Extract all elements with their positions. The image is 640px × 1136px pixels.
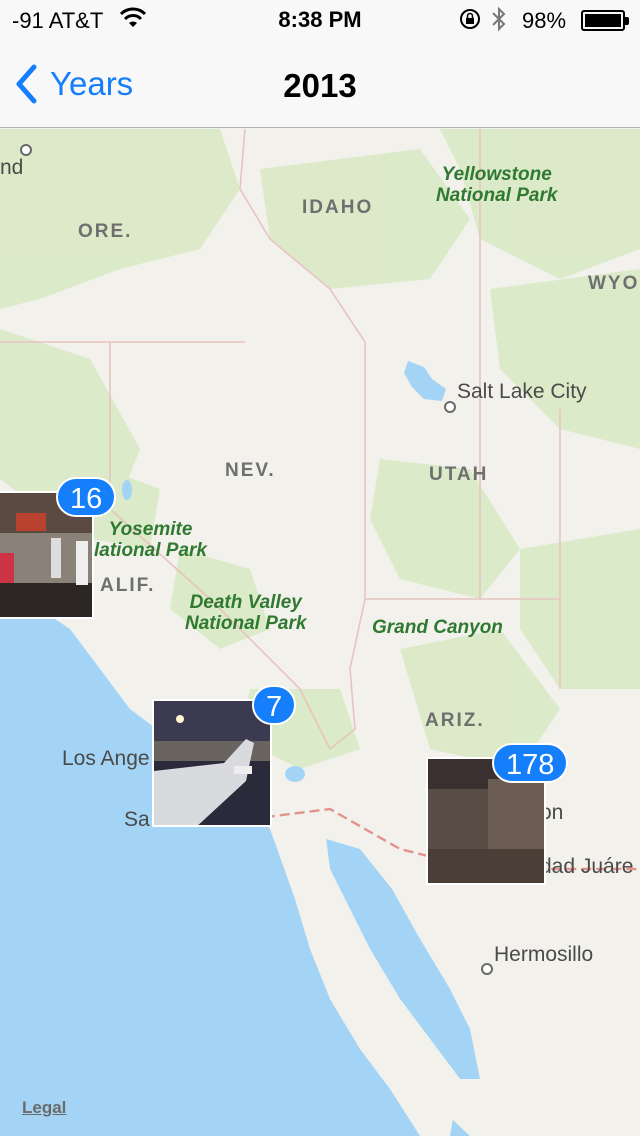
park-label-yellowstone: Yellowstone National Park bbox=[436, 164, 558, 206]
photo-cluster-178[interactable]: 178 bbox=[426, 743, 576, 887]
city-marker-icon bbox=[20, 144, 32, 156]
state-label: IDAHO bbox=[302, 197, 374, 218]
map-base bbox=[0, 129, 640, 1136]
city-marker-icon bbox=[481, 963, 493, 975]
state-label: UTAH bbox=[429, 464, 489, 485]
park-label-grand-canyon: Grand Canyon bbox=[372, 617, 503, 638]
photo-thumbnail bbox=[152, 699, 272, 827]
photo-count-badge: 7 bbox=[252, 685, 297, 725]
state-label: NEV. bbox=[225, 460, 276, 481]
photo-count-badge: 16 bbox=[56, 477, 117, 517]
city-label: nd bbox=[0, 156, 24, 179]
city-label: Salt Lake City bbox=[457, 380, 587, 403]
city-label: Los Ange bbox=[62, 747, 150, 770]
state-label: ORE. bbox=[78, 221, 133, 242]
photo-cluster-7[interactable]: 7 bbox=[152, 685, 298, 829]
page-title: 2013 bbox=[283, 67, 357, 104]
city-label: Hermosillo bbox=[494, 943, 594, 966]
city-marker-icon bbox=[444, 401, 456, 413]
rotation-lock-icon bbox=[458, 7, 482, 37]
bluetooth-icon bbox=[490, 6, 508, 38]
legal-link[interactable]: Legal bbox=[22, 1098, 66, 1118]
battery-icon bbox=[581, 10, 629, 31]
park-label-death-valley: Death Valley National Park bbox=[185, 592, 307, 634]
navigation-bar: Years 2013 bbox=[0, 40, 640, 128]
photo-count-badge: 178 bbox=[492, 743, 569, 783]
map-view[interactable]: ORE. IDAHO WYO NEV. UTAH ALIF. ARIZ. Yel… bbox=[0, 129, 640, 1136]
city-label: Sa bbox=[124, 808, 150, 831]
photo-cluster-16[interactable]: 16 bbox=[0, 477, 120, 621]
battery-percent: 98% bbox=[522, 8, 567, 33]
status-bar: -91 AT&T 8:38 PM 98% bbox=[0, 0, 640, 40]
state-label: WYO bbox=[588, 273, 640, 294]
state-label: ARIZ. bbox=[425, 710, 485, 731]
